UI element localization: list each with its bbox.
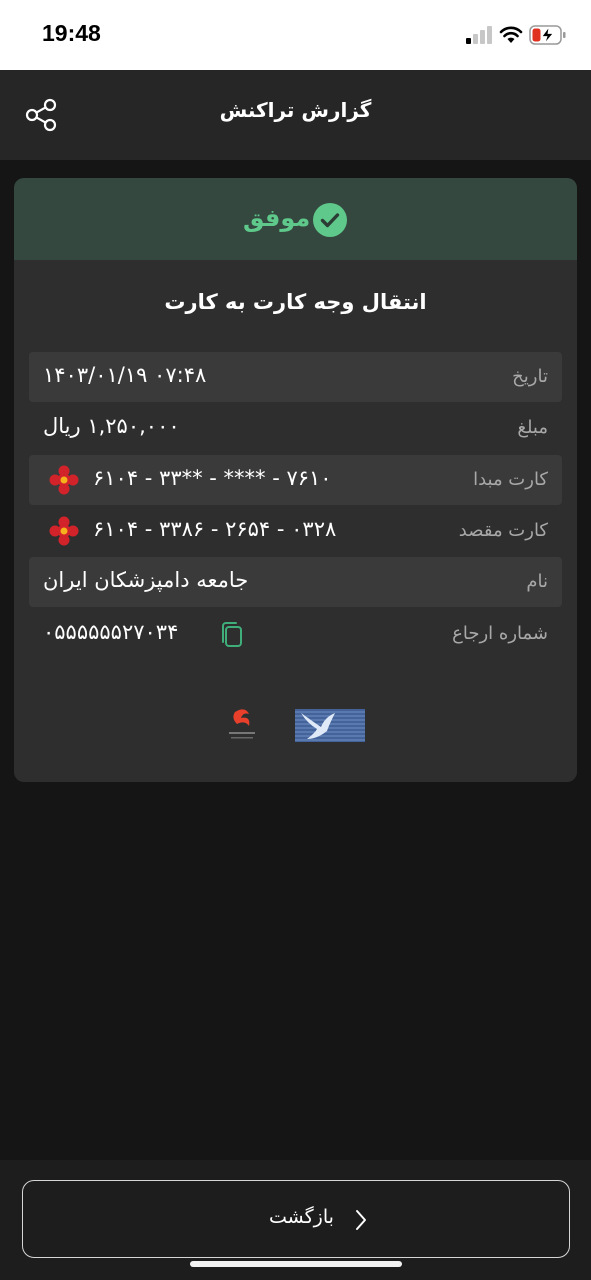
- status-label: موفق: [243, 204, 311, 232]
- source-card-label: کارت مبدا: [473, 469, 548, 490]
- detail-row-date: تاریخ ۱۴۰۳/۰۱/۱۹ ۰۷:۴۸: [29, 352, 562, 402]
- wifi-icon: [499, 26, 523, 43]
- chevron-right-icon: [356, 1210, 366, 1230]
- ashena-logo-icon: [229, 709, 255, 739]
- back-button[interactable]: بازگشت: [22, 1180, 570, 1258]
- bank-mellat-icon: [49, 465, 79, 495]
- status-time: 19:48: [42, 20, 101, 46]
- recipient-name-value: جامعه دامپزشکان ایران: [43, 568, 249, 592]
- date-value: ۱۴۰۳/۰۱/۱۹ ۰۷:۴۸: [43, 363, 207, 387]
- bank-mellat-icon: [49, 516, 79, 546]
- amount-value: ۱,۲۵۰,۰۰۰ ریال: [43, 414, 180, 438]
- source-card-value: ۶۱۰۴ - ۳۳** - **** - ۷۶۱۰: [93, 466, 332, 490]
- status-banner: موفق: [14, 178, 577, 260]
- reference-number-value: ۰۵۵۵۵۵۵۲۷۰۳۴: [43, 620, 179, 644]
- detail-row-destination-card: کارت مقصد ۶۱۰۴ - ۳۳۸۶ - ۲۶۵۴ - ۰۳۲۸: [29, 506, 562, 556]
- shaparak-logo-icon: [295, 709, 365, 742]
- destination-card-value: ۶۱۰۴ - ۳۳۸۶ - ۲۶۵۴ - ۰۳۲۸: [93, 517, 337, 541]
- detail-row-amount: مبلغ ۱,۲۵۰,۰۰۰ ریال: [29, 403, 562, 453]
- back-button-label: بازگشت: [269, 1206, 334, 1228]
- transaction-type: انتقال وجه کارت به کارت: [164, 290, 427, 314]
- status-bar: 19:48: [0, 0, 591, 70]
- reference-label: شماره ارجاع: [452, 623, 548, 644]
- app-header: گزارش تراکنش: [0, 70, 591, 160]
- cellular-signal-icon: [466, 26, 494, 44]
- detail-row-reference: شماره ارجاع ۰۵۵۵۵۵۵۲۷۰۳۴: [29, 609, 562, 659]
- page-title: گزارش تراکنش: [219, 98, 372, 122]
- name-label: نام: [526, 571, 548, 592]
- copy-icon[interactable]: [219, 621, 245, 649]
- home-indicator: [190, 1261, 402, 1267]
- amount-label: مبلغ: [517, 417, 548, 438]
- battery-charging-icon: [529, 25, 566, 45]
- detail-row-name: نام جامعه دامپزشکان ایران: [29, 557, 562, 607]
- check-circle-icon: [313, 203, 347, 237]
- destination-card-label: کارت مقصد: [458, 520, 548, 541]
- detail-row-source-card: کارت مبدا ۶۱۰۴ - ۳۳** - **** - ۷۶۱۰: [29, 455, 562, 505]
- receipt-card: موفق انتقال وجه کارت به کارت تاریخ ۱۴۰۳/…: [14, 178, 577, 782]
- date-label: تاریخ: [512, 366, 548, 387]
